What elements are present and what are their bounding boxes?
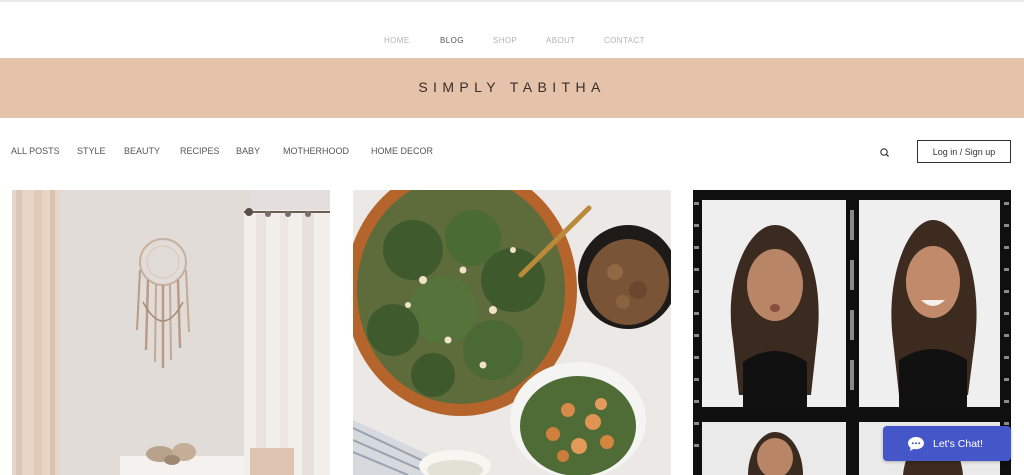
nav-home[interactable]: HOME bbox=[384, 36, 410, 45]
category-beauty[interactable]: BEAUTY bbox=[124, 146, 160, 156]
dreamcatcher-room-photo bbox=[12, 190, 330, 475]
site-banner: SIMPLY TABITHA bbox=[0, 58, 1024, 118]
nav-shop[interactable]: SHOP bbox=[493, 36, 517, 45]
nav-about[interactable]: ABOUT bbox=[546, 36, 576, 45]
category-motherhood[interactable]: MOTHERHOOD bbox=[283, 146, 349, 156]
search-icon bbox=[880, 148, 890, 158]
nav-blog[interactable]: BLOG bbox=[440, 36, 464, 45]
category-baby[interactable]: BABY bbox=[236, 146, 260, 156]
kale-salad-bowl-photo bbox=[353, 190, 671, 475]
chat-label: Let's Chat! bbox=[933, 437, 983, 450]
site-title[interactable]: SIMPLY TABITHA bbox=[0, 79, 1024, 95]
post-card[interactable] bbox=[353, 190, 671, 475]
top-border bbox=[0, 0, 1024, 2]
login-signup-button[interactable]: Log in / Sign up bbox=[917, 140, 1011, 163]
category-nav: ALL POSTS STYLE BEAUTY RECIPES BABY MOTH… bbox=[0, 146, 1024, 160]
nav-contact[interactable]: CONTACT bbox=[604, 36, 645, 45]
post-card[interactable] bbox=[12, 190, 330, 475]
category-home-decor[interactable]: HOME DECOR bbox=[371, 146, 433, 156]
category-all-posts[interactable]: ALL POSTS bbox=[11, 146, 60, 156]
chat-button[interactable]: Let's Chat! bbox=[883, 426, 1011, 461]
search-button[interactable] bbox=[878, 146, 892, 160]
chat-bubble-icon bbox=[908, 436, 924, 451]
main-nav: HOME BLOG SHOP ABOUT CONTACT bbox=[0, 36, 1024, 50]
category-style[interactable]: STYLE bbox=[77, 146, 106, 156]
category-recipes[interactable]: RECIPES bbox=[180, 146, 220, 156]
